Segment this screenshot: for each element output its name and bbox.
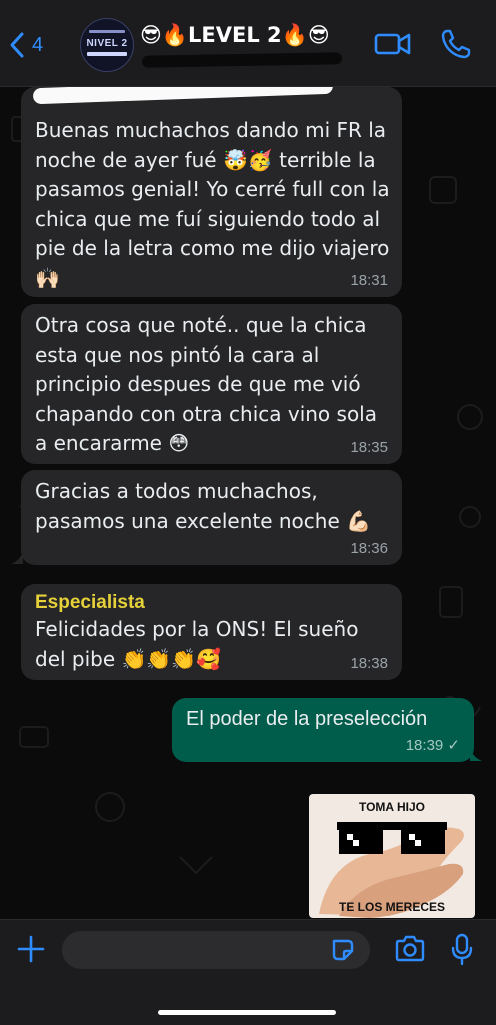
chat-title-area[interactable]: 😎🔥LEVEL 2🔥😎 <box>140 20 350 70</box>
chat-header: 4 NIVEL 2 😎🔥LEVEL 2🔥😎 <box>0 0 496 87</box>
composer-bar <box>0 919 496 1025</box>
sticker-icon <box>332 939 354 961</box>
message-timestamp: 18:35 <box>350 439 388 456</box>
group-avatar[interactable]: NIVEL 2 <box>80 18 134 72</box>
voice-message-button[interactable] <box>450 933 474 972</box>
attach-button[interactable] <box>16 934 46 969</box>
message-text: Buenas muchachos dando mi FR la noche de… <box>35 118 390 290</box>
home-indicator[interactable] <box>158 1010 336 1015</box>
bubble-tail <box>470 749 482 761</box>
message-bubble-incoming[interactable]: Gracias a todos muchachos, pasamos una e… <box>21 470 402 565</box>
message-timestamp: 18:31 <box>350 272 388 289</box>
chat-area[interactable]: Buenas muchachos dando mi FR la noche de… <box>0 87 496 919</box>
sticker-caption-bottom: TE LOS MERECES <box>338 900 445 914</box>
voice-call-button[interactable] <box>440 28 472 65</box>
sticker-button[interactable] <box>330 937 356 968</box>
message-timestamp: 18:36 <box>350 540 388 557</box>
camera-button[interactable] <box>394 934 426 969</box>
avatar-decoration <box>87 52 127 56</box>
message-bubble-incoming[interactable]: Buenas muchachos dando mi FR la noche de… <box>21 87 402 297</box>
bubble-tail <box>11 552 23 564</box>
message-text: Felicidades por la ONS! El sueño del pib… <box>35 617 359 671</box>
unread-count: 4 <box>32 33 44 56</box>
message-input[interactable] <box>62 931 370 969</box>
redaction-mark <box>141 52 343 68</box>
message-timestamp: 18:38 <box>350 655 388 672</box>
sticker-caption-top: TOMA HIJO <box>358 800 425 814</box>
chat-title: 😎🔥LEVEL 2🔥😎 <box>140 23 330 47</box>
message-text: El poder de la preselección <box>186 708 428 730</box>
video-call-button[interactable] <box>374 28 412 65</box>
phone-icon <box>441 29 471 59</box>
plus-icon <box>17 935 45 963</box>
microphone-icon <box>451 933 473 966</box>
message-bubble-incoming[interactable]: Otra cosa que noté.. que la chica esta q… <box>21 304 402 464</box>
message-timestamp: 18:39 ✓ <box>405 737 460 754</box>
message-bubble-incoming[interactable]: Especialista Felicidades por la ONS! El … <box>21 584 402 680</box>
avatar-text: NIVEL 2 <box>86 38 128 49</box>
chevron-left-icon <box>10 32 24 58</box>
message-bubble-outgoing[interactable]: El poder de la preselección 18:39 ✓ <box>172 698 474 762</box>
sender-name[interactable]: Especialista <box>35 591 390 615</box>
camera-icon <box>395 935 425 962</box>
redaction-mark <box>32 87 334 105</box>
video-call-icon <box>374 33 411 55</box>
message-text: Gracias a todos muchachos, pasamos una e… <box>35 479 372 533</box>
sticker-message[interactable]: TOMA HIJO TE LOS MERECES <box>309 794 475 918</box>
avatar-decoration <box>89 30 125 33</box>
message-text: Otra cosa que noté.. que la chica esta q… <box>35 313 377 455</box>
back-button[interactable]: 4 <box>8 28 43 62</box>
